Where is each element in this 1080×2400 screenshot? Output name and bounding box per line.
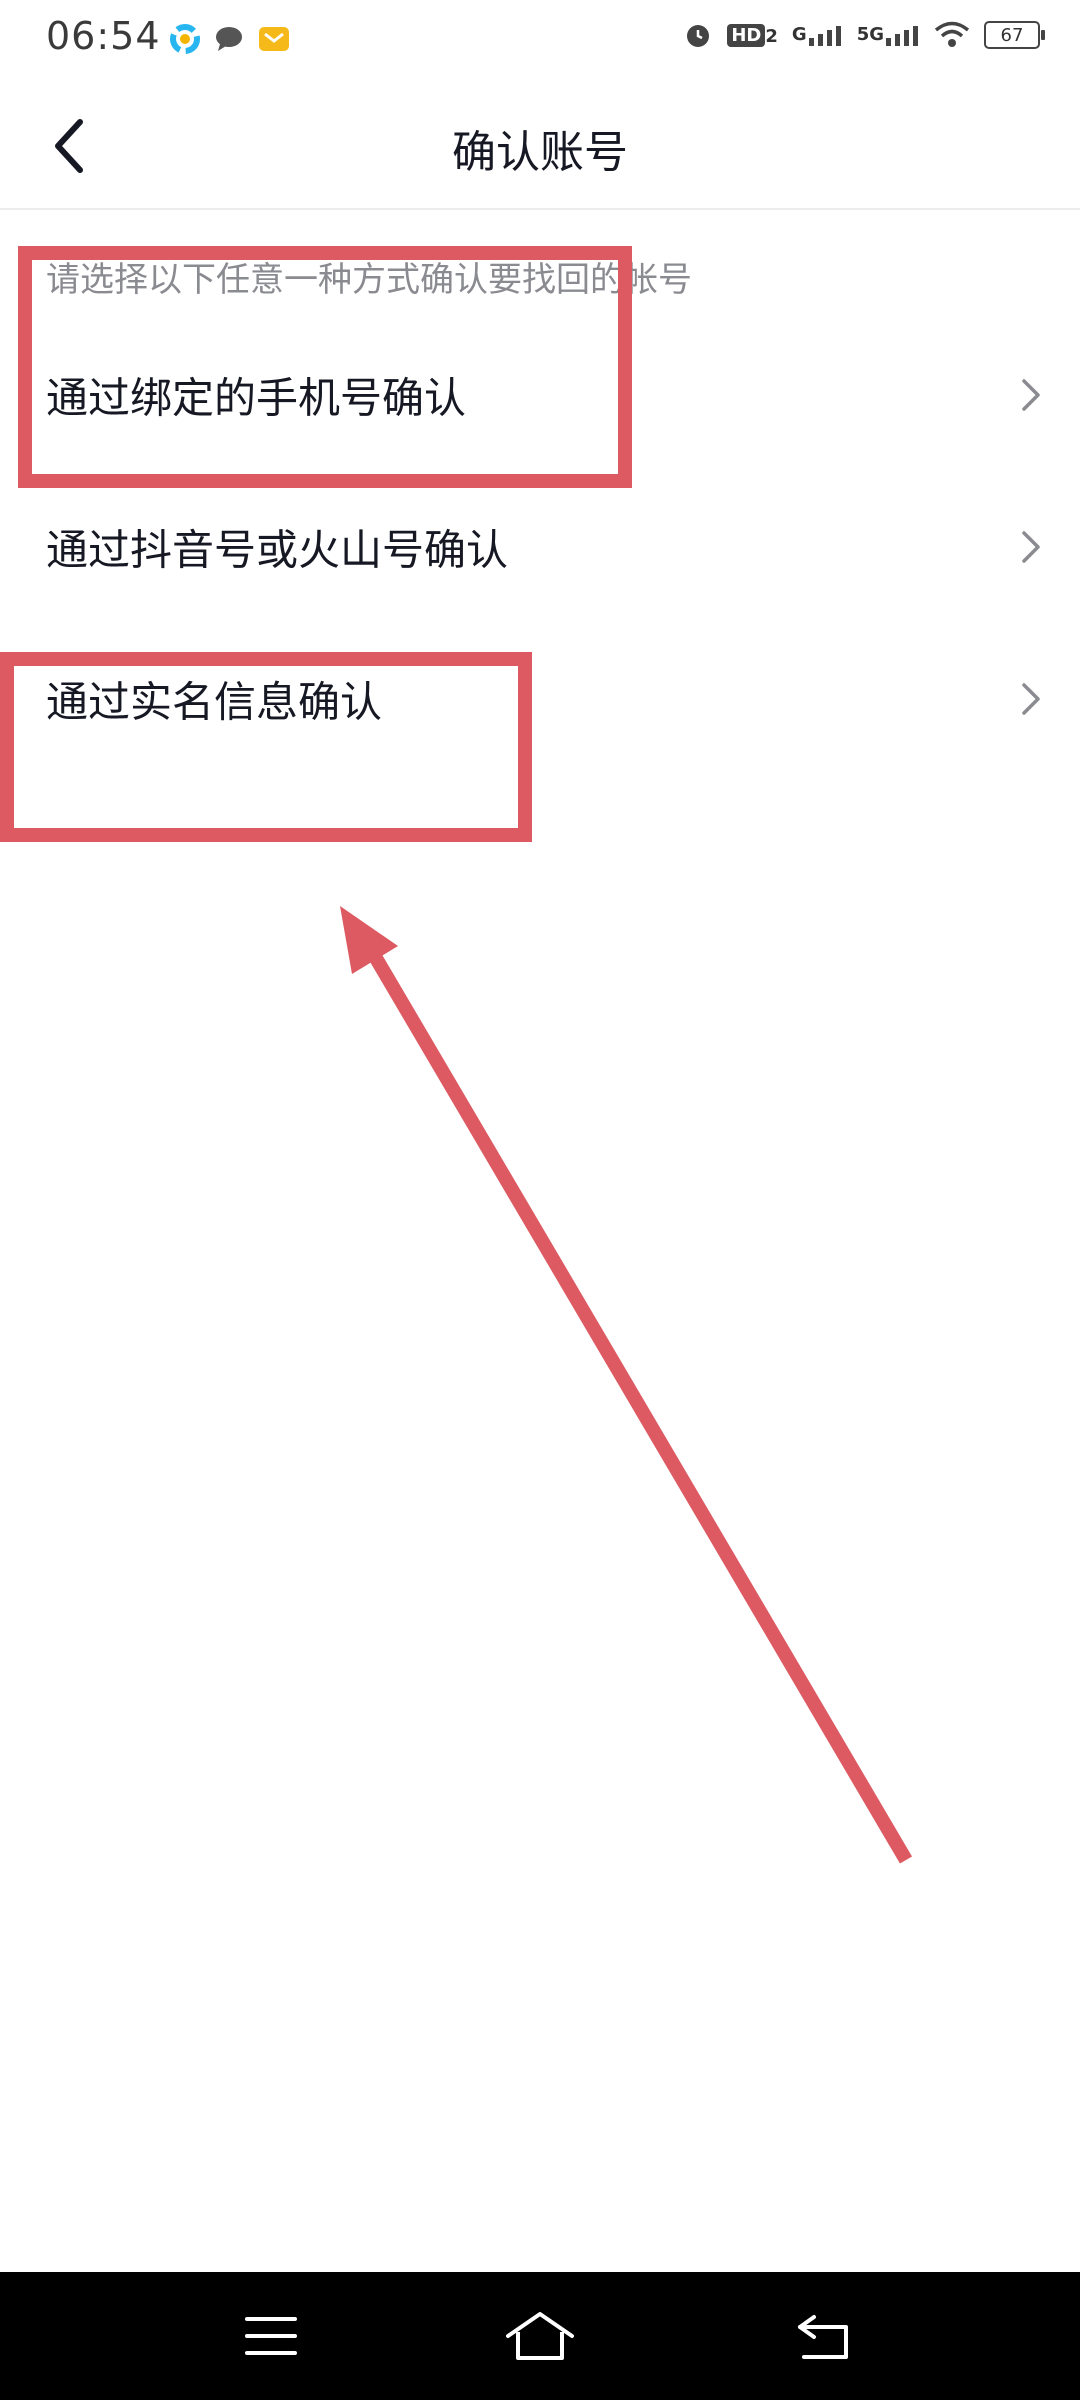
status-time: 06:54 <box>46 14 161 58</box>
page-title: 确认账号 <box>452 127 628 178</box>
mail-icon <box>259 27 289 51</box>
home-icon <box>506 2312 574 2360</box>
message-icon <box>216 27 242 51</box>
chevron-right-icon <box>1022 683 1040 715</box>
chevron-right-icon <box>1022 531 1040 563</box>
option-douyin-huoshan-id[interactable]: 通过抖音号或火山号确认 <box>0 472 1080 622</box>
status-icons: HD 2 G 5G 67 <box>683 20 1045 50</box>
menu-icon <box>245 2317 297 2355</box>
option-real-name-info[interactable]: 通过实名信息确认 <box>0 624 1080 774</box>
battery-indicator: 67 <box>984 21 1045 49</box>
option-label: 通过抖音号或火山号确认 <box>46 525 509 575</box>
hd-icon: HD 2 <box>727 23 778 47</box>
chevron-right-icon <box>1022 379 1040 411</box>
option-bound-phone[interactable]: 通过绑定的手机号确认 <box>0 320 1080 470</box>
top-nav-bar: 确认账号 <box>0 84 1080 210</box>
home-button[interactable] <box>500 2302 580 2370</box>
option-label: 通过实名信息确认 <box>46 677 383 727</box>
instruction-text: 请选择以下任意一种方式确认要找回的帐号 <box>46 260 692 300</box>
menu-button[interactable] <box>231 2302 311 2370</box>
5g-signal-icon: 5G <box>857 24 920 46</box>
option-label: 通过绑定的手机号确认 <box>46 373 467 423</box>
alarm-icon <box>687 25 710 47</box>
notification-icons <box>170 24 290 54</box>
status-bar: 06:54 HD 2 G 5G 67 <box>0 0 1080 84</box>
wifi-icon <box>934 21 970 47</box>
back-nav-button[interactable] <box>784 2302 864 2370</box>
app-icon <box>170 24 200 54</box>
signal-icon: G <box>792 24 843 46</box>
system-nav-bar <box>0 2272 1080 2400</box>
back-icon <box>798 2315 848 2359</box>
